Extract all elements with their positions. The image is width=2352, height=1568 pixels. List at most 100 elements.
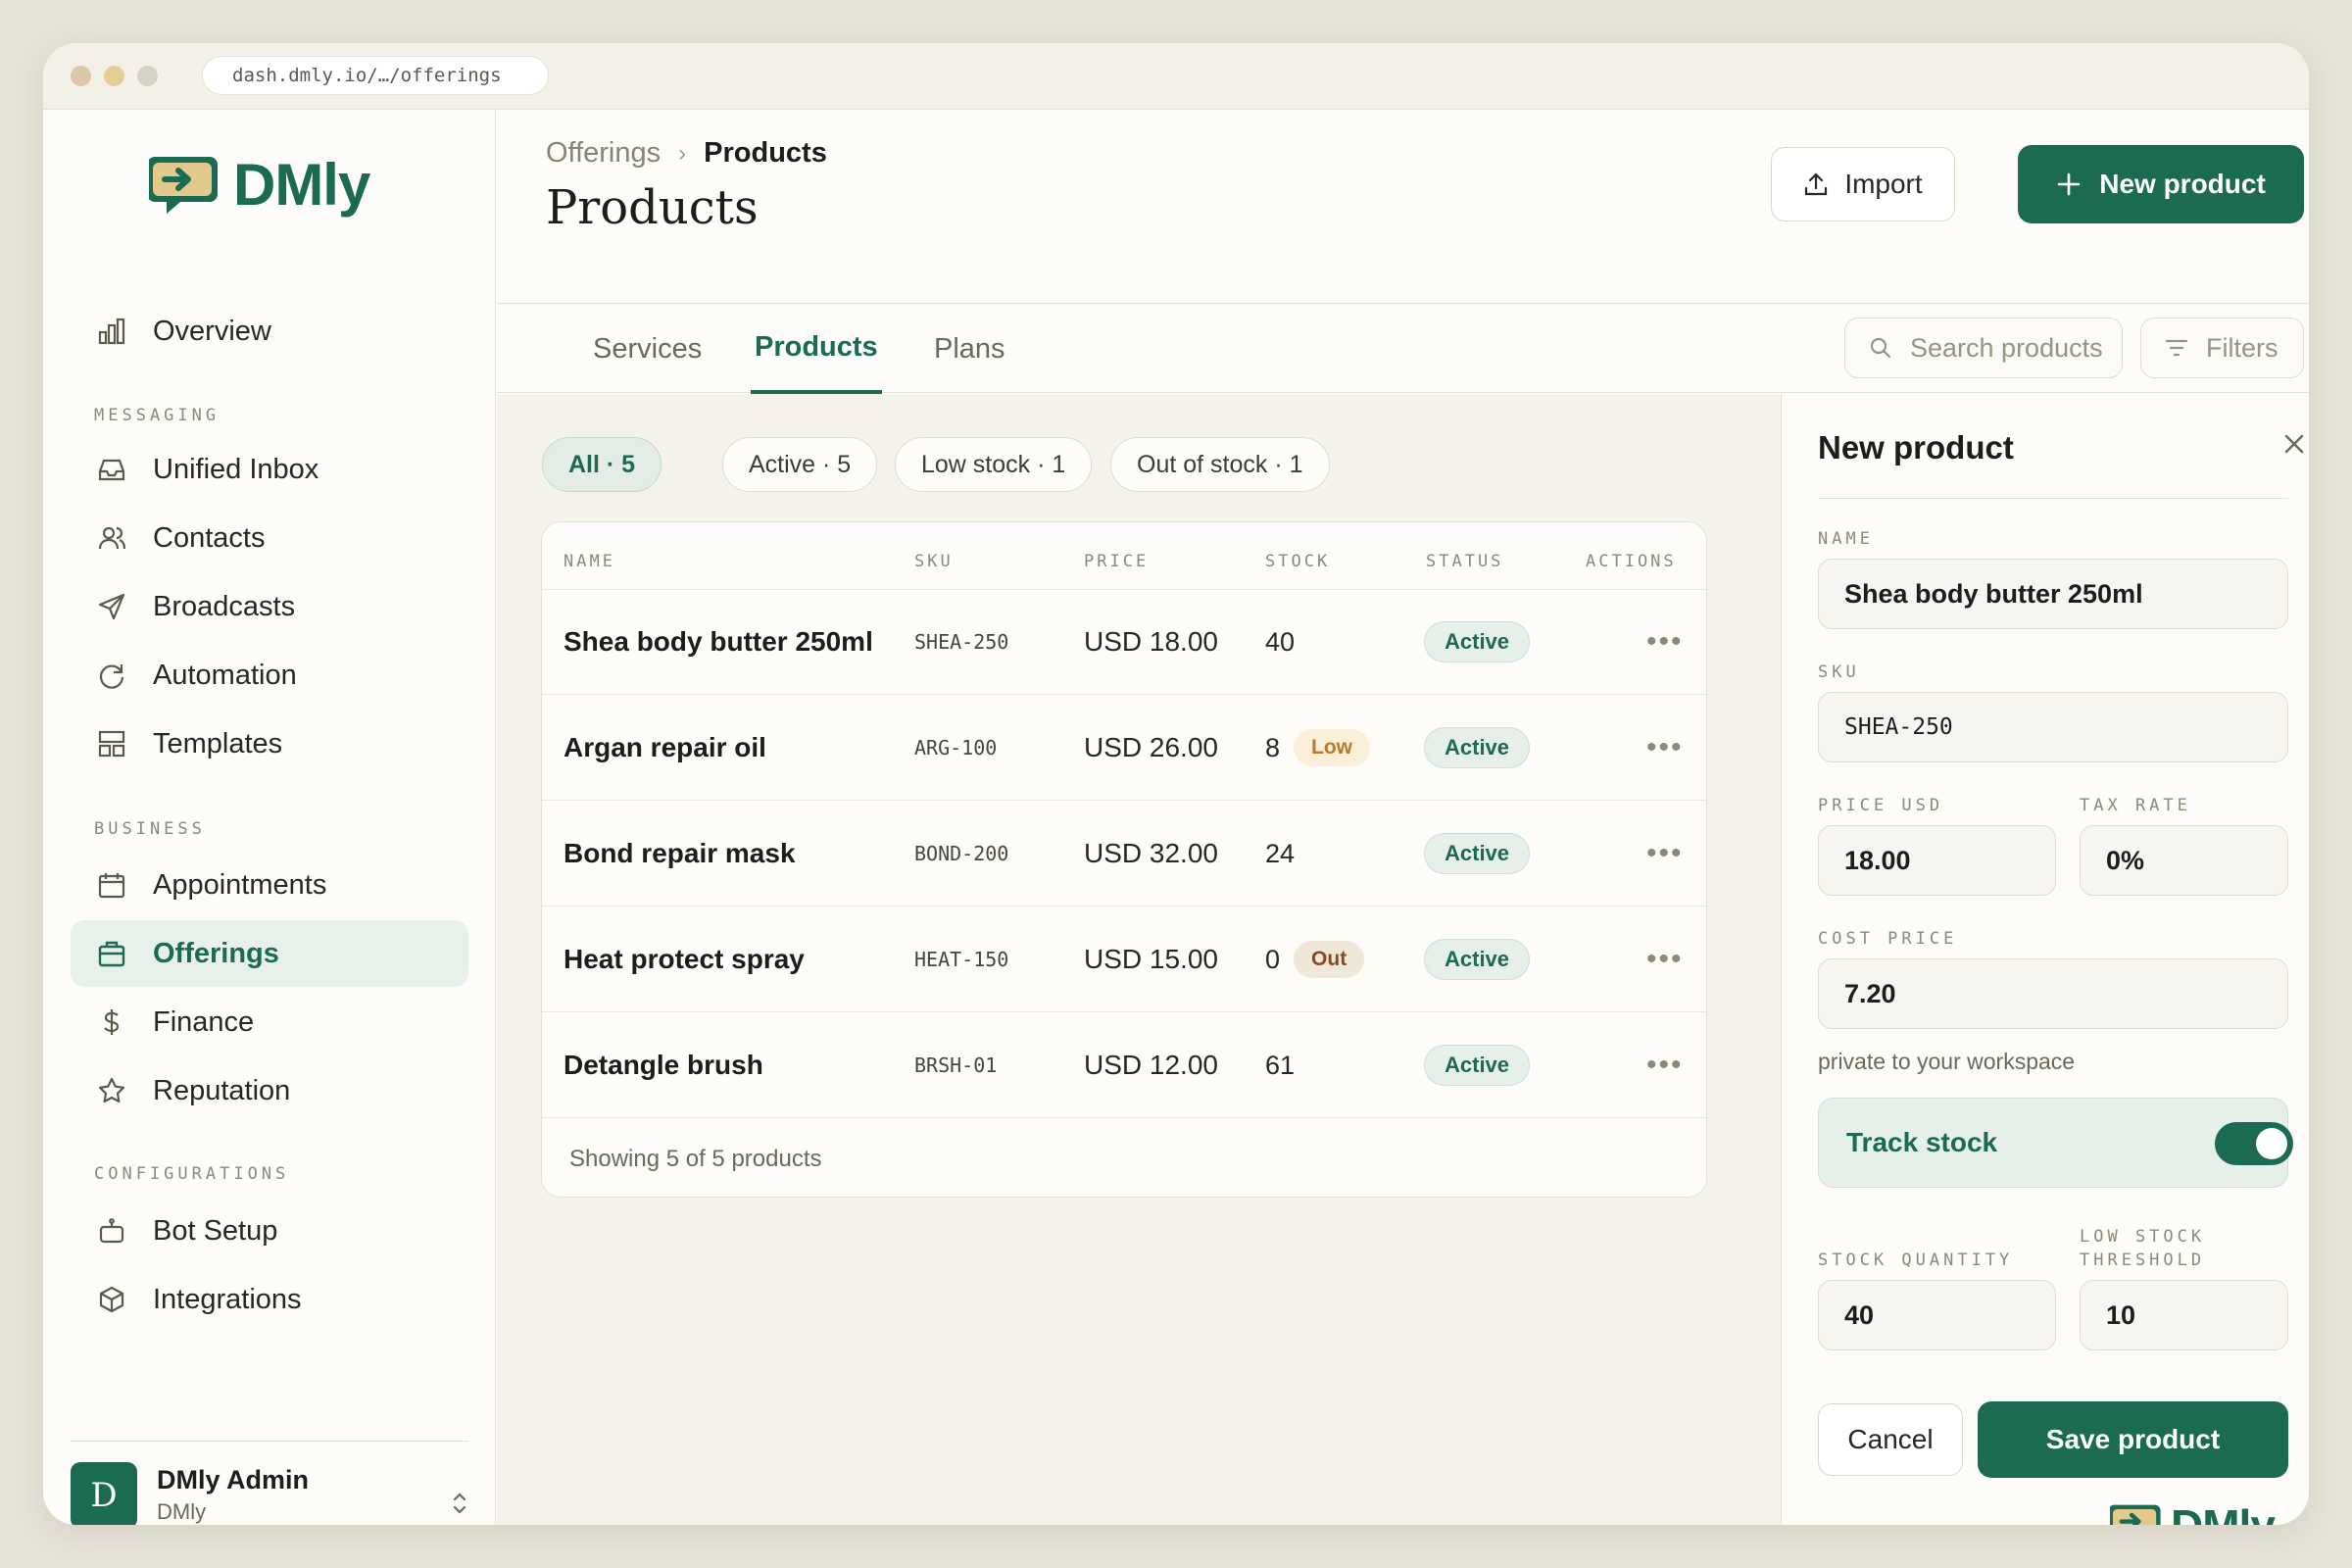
product-price: USD 12.00: [1084, 1050, 1218, 1080]
filter-pill-low-stock[interactable]: Low stock · 1: [895, 437, 1093, 492]
stock-value: 40: [1265, 626, 1296, 657]
status-badge: Active: [1424, 939, 1531, 980]
filters-label: Filters: [2206, 332, 2278, 363]
status-cell: Active: [1424, 801, 1531, 906]
filter-pill-active[interactable]: Active · 5: [722, 437, 878, 492]
briefcase-icon: [94, 936, 129, 971]
column-header-price[interactable]: PRICE: [1084, 552, 1149, 571]
track-stock-toggle[interactable]: [2215, 1122, 2293, 1165]
product-name: Detangle brush: [564, 1050, 763, 1080]
column-header-sku[interactable]: SKU: [914, 552, 954, 571]
status-badge: Active: [1424, 833, 1531, 874]
address-bar[interactable]: dash.dmly.io/…/offerings: [202, 56, 549, 95]
plus-icon: [2057, 172, 2081, 196]
product-price: USD 26.00: [1084, 732, 1218, 762]
status-cell: Active: [1424, 1012, 1531, 1118]
row-actions-button[interactable]: •••: [1646, 695, 1684, 801]
filters-button[interactable]: Filters: [2140, 318, 2304, 378]
sidebar-item-unified-inbox[interactable]: Unified Inbox: [71, 436, 468, 503]
sidebar-item-reputation[interactable]: Reputation: [71, 1057, 468, 1124]
low-stock-badge: Low: [1294, 729, 1371, 766]
sidebar-item-broadcasts[interactable]: Broadcasts: [71, 573, 468, 640]
stock-quantity-field[interactable]: 40: [1818, 1280, 2056, 1350]
user-info: DMly Admin DMly: [157, 1465, 309, 1525]
sidebar-item-label: Contacts: [153, 521, 266, 554]
track-stock-row: Track stock: [1818, 1098, 2293, 1188]
sku-field[interactable]: SHEA-250: [1818, 692, 2288, 762]
more-horizontal-icon: •••: [1646, 625, 1684, 658]
name-field[interactable]: Shea body butter 250ml: [1818, 559, 2288, 629]
tax-rate-field[interactable]: 0%: [2080, 825, 2288, 896]
product-sku: HEAT-150: [914, 948, 1009, 971]
filter-pill-out-of-stock[interactable]: Out of stock · 1: [1110, 437, 1330, 492]
sidebar-item-label: Automation: [153, 659, 297, 691]
low-stock-threshold-field[interactable]: 10: [2080, 1280, 2288, 1350]
tab-label: Plans: [934, 332, 1005, 365]
table-row[interactable]: Detangle brush BRSH-01 USD 12.00 61 Acti…: [542, 1012, 1706, 1118]
window-maximize-dot[interactable]: [137, 66, 158, 86]
search-input[interactable]: Search products: [1844, 318, 2123, 378]
table-row[interactable]: Bond repair mask BOND-200 USD 32.00 24 A…: [542, 801, 1706, 906]
tab-label: Services: [593, 332, 703, 365]
sidebar-item-integrations[interactable]: Integrations: [71, 1266, 468, 1333]
cancel-button[interactable]: Cancel: [1818, 1403, 1963, 1476]
table-row[interactable]: Heat protect spray HEAT-150 USD 15.00 0O…: [542, 906, 1706, 1012]
cost-price-field[interactable]: 7.20: [1818, 958, 2288, 1029]
status-cell: Active: [1424, 589, 1531, 695]
sidebar-item-appointments[interactable]: Appointments: [71, 852, 468, 918]
window-close-dot[interactable]: [71, 66, 91, 86]
product-name: Argan repair oil: [564, 732, 766, 762]
brand-logo[interactable]: DMly: [149, 151, 370, 219]
panel-title: New product: [1818, 429, 2014, 466]
stock-value: 61: [1265, 1050, 1296, 1080]
sidebar-item-label: Offerings: [153, 937, 279, 969]
column-header-name[interactable]: NAME: [564, 552, 615, 571]
sidebar-item-label: Broadcasts: [153, 590, 296, 622]
upload-icon: [1805, 172, 1828, 196]
users-icon: [94, 520, 129, 556]
sidebar-item-finance[interactable]: Finance: [71, 989, 468, 1055]
product-name: Bond repair mask: [564, 838, 796, 868]
product-sku: ARG-100: [914, 736, 998, 760]
tab-services[interactable]: Services: [593, 304, 702, 394]
new-product-button[interactable]: New product: [2018, 145, 2304, 223]
row-actions-button[interactable]: •••: [1646, 1012, 1684, 1118]
more-horizontal-icon: •••: [1646, 837, 1684, 869]
product-price: USD 15.00: [1084, 944, 1218, 974]
product-stock: 24: [1265, 801, 1295, 906]
row-actions-button[interactable]: •••: [1646, 801, 1684, 906]
row-actions-button[interactable]: •••: [1646, 589, 1684, 695]
panel-brand-logo: DMly: [2110, 1499, 2276, 1525]
save-product-button[interactable]: Save product: [1978, 1401, 2288, 1478]
tab-plans[interactable]: Plans: [934, 304, 1005, 394]
column-header-status[interactable]: STATUS: [1426, 552, 1503, 571]
table-row[interactable]: Shea body butter 250ml SHEA-250 USD 18.0…: [542, 589, 1706, 695]
user-menu[interactable]: D DMly Admin DMly: [71, 1441, 468, 1525]
status-badge: Active: [1424, 727, 1531, 768]
browser-titlebar: dash.dmly.io/…/offerings: [43, 43, 2309, 110]
close-icon[interactable]: [2283, 433, 2305, 460]
toggle-knob: [2256, 1128, 2287, 1159]
import-button[interactable]: Import: [1771, 147, 1955, 221]
row-actions-button[interactable]: •••: [1646, 906, 1684, 1012]
sidebar-item-templates[interactable]: Templates: [71, 710, 468, 777]
track-stock-label: Track stock: [1846, 1127, 1998, 1157]
sidebar-item-contacts[interactable]: Contacts: [71, 505, 468, 571]
table-row[interactable]: Argan repair oil ARG-100 USD 26.00 8 Low …: [542, 695, 1706, 801]
sidebar-item-overview[interactable]: Overview: [71, 298, 468, 365]
tab-products[interactable]: Products: [751, 304, 882, 394]
sidebar-item-automation[interactable]: Automation: [71, 642, 468, 709]
sidebar-item-bot-setup[interactable]: Bot Setup: [71, 1198, 468, 1264]
sidebar-item-label: Appointments: [153, 868, 327, 901]
price-field[interactable]: 18.00: [1818, 825, 2056, 896]
box-icon: [94, 1282, 129, 1317]
sidebar-item-offerings[interactable]: Offerings: [71, 920, 468, 987]
breadcrumb-offerings-link[interactable]: Offerings: [546, 137, 661, 170]
sidebar-item-label: Bot Setup: [153, 1214, 278, 1247]
filter-pill-all[interactable]: All · 5: [542, 437, 662, 492]
section-label-business: BUSINESS: [94, 819, 206, 839]
window-minimize-dot[interactable]: [104, 66, 124, 86]
sidebar: DMly Overview MESSAGING Unified Inbox Co…: [43, 110, 496, 1525]
column-header-stock[interactable]: STOCK: [1265, 552, 1330, 571]
chevron-up-down-icon[interactable]: [451, 1491, 468, 1521]
